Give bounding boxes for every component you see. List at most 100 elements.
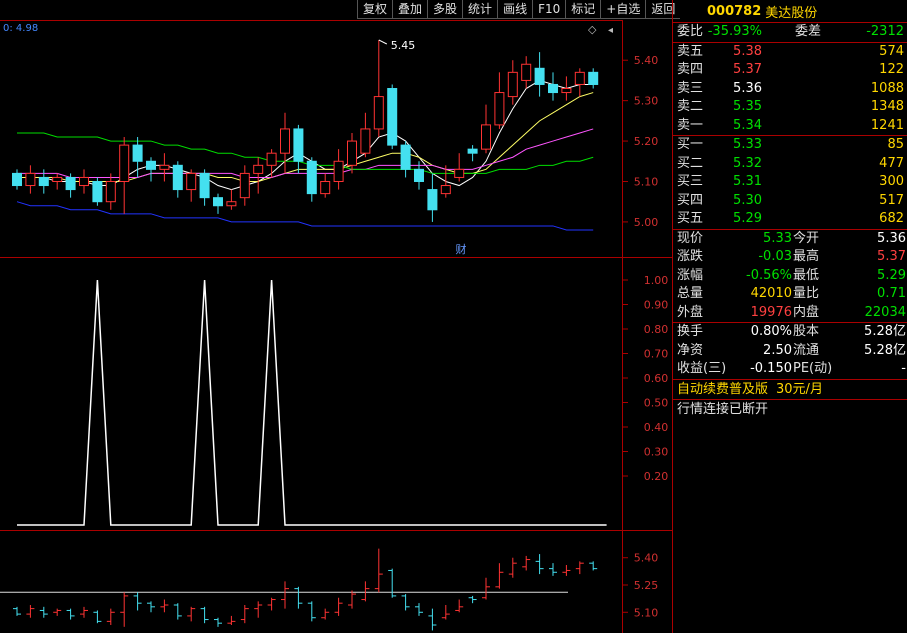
candle-body [79, 176, 89, 187]
order-price: 5.33 [733, 137, 762, 152]
candle-body [213, 197, 223, 207]
candle-body [427, 189, 438, 211]
sells-row[interactable]: 卖五 5.38 574 [673, 43, 907, 62]
buys-row[interactable]: 买三 5.31 300 [673, 173, 907, 192]
buys-row[interactable]: 买五 5.29 682 [673, 210, 907, 229]
order-volume: 1088 [870, 80, 904, 96]
buys-row[interactable]: 买四 5.30 517 [673, 192, 907, 211]
toolbar-button-7[interactable]: +自选 [600, 0, 646, 19]
stock-name: 美达股份 [765, 5, 818, 21]
candle-body [347, 140, 357, 166]
y-tick-label: 0.70 [644, 348, 669, 361]
toolbar-button-5[interactable]: F10 [532, 0, 566, 19]
candle-body [172, 164, 183, 191]
collapse-triangle-icon[interactable]: ◂ [608, 25, 613, 36]
y-tick-label: 0.80 [644, 323, 669, 336]
sells-row[interactable]: 卖三 5.36 1088 [673, 80, 907, 99]
candle-body [239, 172, 250, 199]
candle-body [92, 180, 103, 203]
stat-value: - [901, 361, 906, 376]
candle-body [266, 152, 277, 166]
order-price: 5.38 [733, 43, 762, 59]
toolbar-button-0[interactable]: 复权 [357, 0, 393, 19]
kline-chart-area[interactable]: 0: 4.98 ◇ ◂ 5.40 5.30 5.20 5.10 5.00 5.45 财 1.… [0, 0, 672, 633]
toolbar-button-1[interactable]: 叠加 [392, 0, 428, 19]
candle-body [132, 144, 143, 162]
y-tick-label: 0.50 [644, 397, 669, 410]
y-tick-label: 0.40 [644, 421, 669, 434]
chart-toolbar: 复权 叠加 多股 统计 画线 F10 标记 +自选 返回 [357, 0, 681, 19]
candle-body [253, 164, 264, 174]
stats2-row: 净资 2.50 流通 5.28亿 [673, 342, 907, 361]
y-tick-label: 5.20 [634, 135, 659, 148]
y-tick-label: 5.00 [634, 216, 659, 229]
candle-body [38, 176, 49, 187]
order-volume: 300 [879, 174, 904, 189]
stat-value: 5.36 [877, 230, 906, 246]
candle-body [400, 144, 411, 170]
order-price: 5.37 [733, 62, 762, 77]
indicator-line [17, 279, 607, 526]
indicator-pane: 1.00 0.90 0.80 0.70 0.60 0.50 0.40 0.30 0.20 [17, 274, 669, 526]
candle-body [561, 88, 572, 94]
order-price: 5.36 [733, 80, 762, 96]
candle-body [454, 168, 465, 178]
peak-price-label: 5.45 [391, 39, 416, 52]
y-tick-label: 5.30 [634, 95, 659, 108]
candle-body [25, 172, 36, 187]
candle-body [159, 164, 170, 170]
stock-header[interactable]: 000782 美达股份 [673, 0, 907, 23]
stat-value: 2.50 [763, 342, 792, 358]
y-tick-label: 5.25 [634, 579, 659, 592]
sells-row[interactable]: 卖一 5.34 1241 [673, 117, 907, 136]
order-volume: 477 [879, 155, 904, 171]
chart-top-left-label: 0: 4.98 [3, 23, 38, 34]
peak-arrow [378, 39, 388, 45]
sells-row[interactable]: 卖二 5.35 1348 [673, 98, 907, 117]
subscription-ad[interactable]: 自动续费普及版 30元/月 [673, 378, 907, 400]
moving-average-line-3 [17, 132, 594, 174]
stat-value: 5.29 [877, 267, 906, 283]
order-price: 5.34 [733, 117, 762, 133]
order-price: 5.29 [733, 211, 762, 226]
candle-body [548, 83, 558, 94]
weibi-value: -35.93% [707, 24, 762, 39]
candle-body [588, 71, 599, 85]
candle-body [186, 172, 197, 191]
toolbar-button-6[interactable]: 标记 [565, 0, 601, 19]
stats1-row: 总量 42010 量比 0.71 [673, 285, 907, 304]
stat-value: -0.150 [750, 361, 792, 376]
toolbar-button-3[interactable]: 统计 [462, 0, 498, 19]
stat-value: 0.71 [877, 286, 906, 301]
stat-value: 19976 [750, 304, 792, 320]
buy-orders: 买一 5.33 85 买二 5.32 477 买三 5.31 300 买四 5.30 517 买五 5.2… [673, 135, 907, 229]
candlestick-pane: 5.40 5.30 5.20 5.10 5.00 5.45 财 [12, 39, 659, 256]
diamond-icon[interactable]: ◇ [588, 23, 597, 36]
y-tick-label: 5.40 [634, 54, 659, 67]
candle-body [333, 160, 344, 182]
candle-body [467, 148, 478, 154]
stats1-row: 涨跌 -0.03 最高 5.37 [673, 248, 907, 267]
candle-body [387, 88, 398, 146]
candle-body [306, 160, 317, 195]
candle-body [521, 63, 532, 81]
candle-body [280, 128, 290, 154]
candle-body [507, 71, 518, 98]
stat-value: -0.56% [746, 267, 792, 283]
buys-row[interactable]: 买一 5.33 85 [673, 136, 907, 155]
buys-row[interactable]: 买二 5.32 477 [673, 155, 907, 174]
price-stats: 现价 5.33 今开 5.36 涨跌 -0.03 最高 5.37 涨幅 -0.56% 最低 5.29 总… [673, 228, 907, 323]
candle-body [146, 160, 156, 170]
sells-row[interactable]: 卖四 5.37 122 [673, 61, 907, 80]
toolbar-button-4[interactable]: 画线 [497, 0, 533, 19]
order-price: 5.30 [733, 192, 762, 208]
order-volume: 85 [887, 137, 904, 152]
toolbar-button-2[interactable]: 多股 [427, 0, 463, 19]
candle-body [414, 168, 424, 182]
candle-body [65, 176, 76, 191]
stats1-row: 涨幅 -0.56% 最低 5.29 [673, 267, 907, 286]
order-volume: 682 [879, 211, 904, 226]
candle-body [199, 172, 210, 199]
weibi-row: 委比 -35.93% 委差 -2312 [673, 23, 907, 42]
candle-body [12, 172, 22, 187]
